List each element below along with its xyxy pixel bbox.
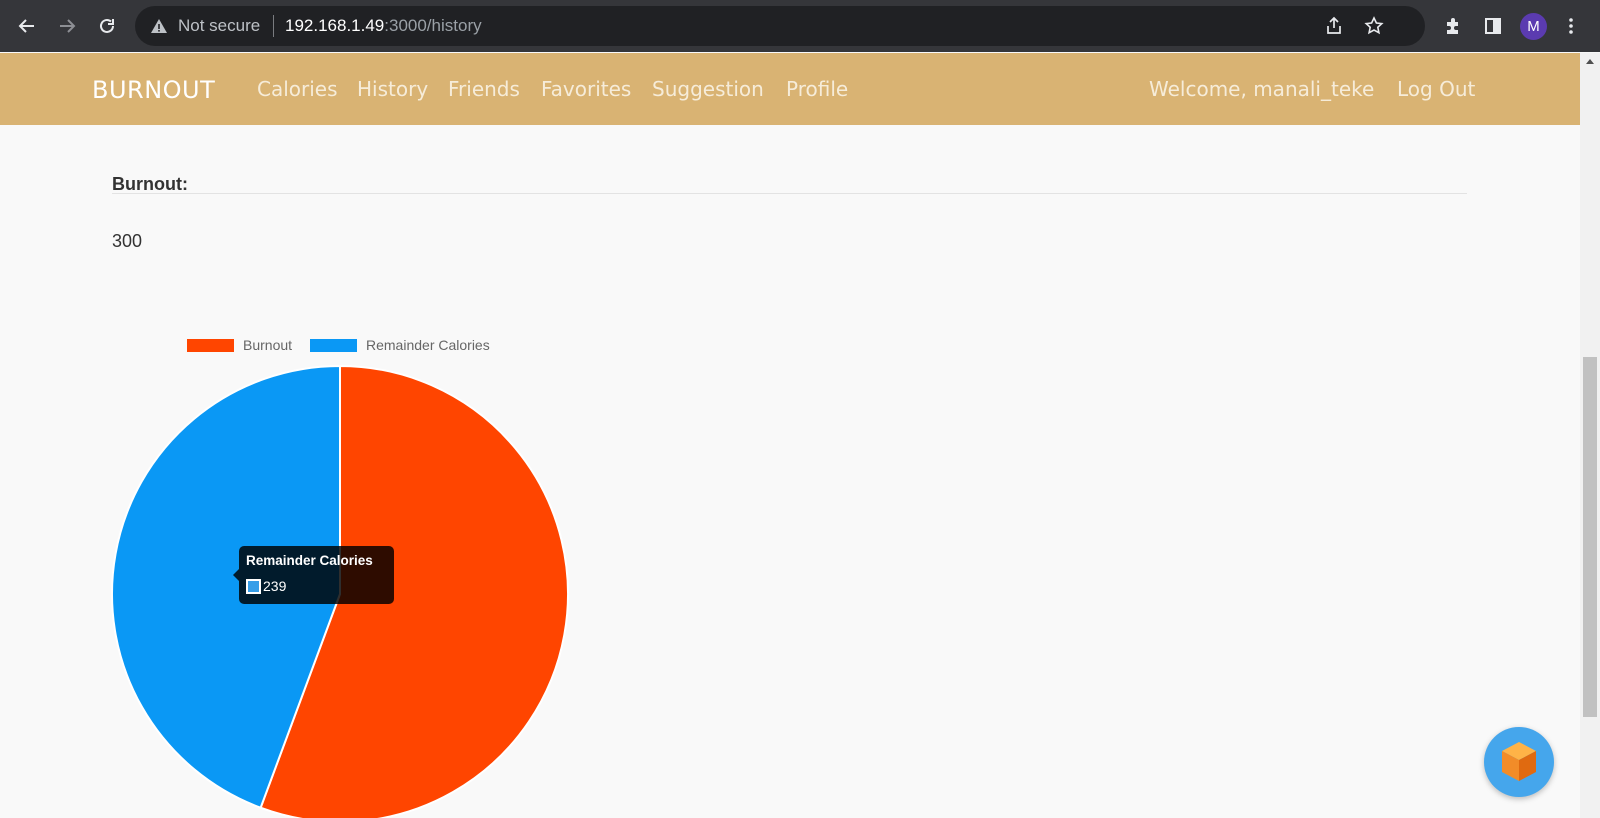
burnout-label: Burnout: (112, 174, 188, 194)
nav-link-favorites[interactable]: Favorites (541, 77, 631, 101)
logout-link[interactable]: Log Out (1397, 77, 1475, 101)
side-panel-icon[interactable] (1479, 12, 1507, 40)
page-scrollbar[interactable] (1580, 53, 1600, 818)
profile-avatar[interactable]: M (1520, 13, 1547, 40)
legend-swatch-remainder (310, 338, 357, 352)
nav-link-calories[interactable]: Calories (257, 77, 338, 101)
nav-link-profile[interactable]: Profile (786, 77, 848, 101)
star-icon[interactable] (1363, 15, 1385, 37)
nav-link-friends[interactable]: Friends (448, 77, 520, 101)
omnibox-divider (273, 15, 274, 37)
brand-logo[interactable]: BURNOUT (92, 76, 215, 104)
scroll-thumb[interactable] (1583, 357, 1597, 717)
tooltip-value: 239 (263, 578, 287, 594)
app-navbar: BURNOUT Calories History Friends Favorit… (0, 53, 1580, 125)
forward-arrow-icon[interactable] (53, 12, 81, 40)
burnout-value: 300 (112, 231, 143, 251)
back-arrow-icon[interactable] (13, 12, 41, 40)
legend-item-remainder[interactable]: Remainder Calories (310, 337, 490, 353)
welcome-text: Welcome, manali_teke (1149, 77, 1375, 101)
cube-icon (1502, 742, 1536, 781)
scroll-up-arrow-icon[interactable] (1586, 59, 1594, 64)
legend-swatch-burnout (187, 338, 234, 352)
reload-icon[interactable] (93, 12, 121, 40)
warning-icon[interactable] (150, 17, 168, 35)
address-bar[interactable]: Not secure 192.168.1.49:3000/history (135, 6, 1425, 46)
url-path: :3000/history (384, 16, 482, 35)
browser-toolbar: Not secure 192.168.1.49:3000/history M (0, 0, 1600, 52)
legend-label-burnout: Burnout (243, 337, 293, 353)
share-icon[interactable] (1323, 15, 1345, 37)
security-status-text[interactable]: Not secure (178, 16, 260, 36)
legend-item-burnout[interactable]: Burnout (187, 337, 292, 353)
divider (112, 193, 1467, 194)
floating-action-button[interactable] (1484, 727, 1554, 797)
url-text[interactable]: 192.168.1.49:3000/history (285, 16, 482, 36)
tooltip-title: Remainder Calories (246, 553, 373, 568)
menu-dots-icon[interactable] (1557, 12, 1585, 40)
chart-tooltip: Remainder Calories 239 (233, 546, 394, 604)
url-host: 192.168.1.49 (285, 16, 385, 35)
tooltip-swatch (246, 579, 261, 594)
nav-link-history[interactable]: History (357, 77, 428, 101)
extensions-icon[interactable] (1439, 12, 1467, 40)
legend-label-remainder: Remainder Calories (366, 337, 490, 353)
nav-link-suggestion[interactable]: Suggestion (652, 77, 764, 101)
